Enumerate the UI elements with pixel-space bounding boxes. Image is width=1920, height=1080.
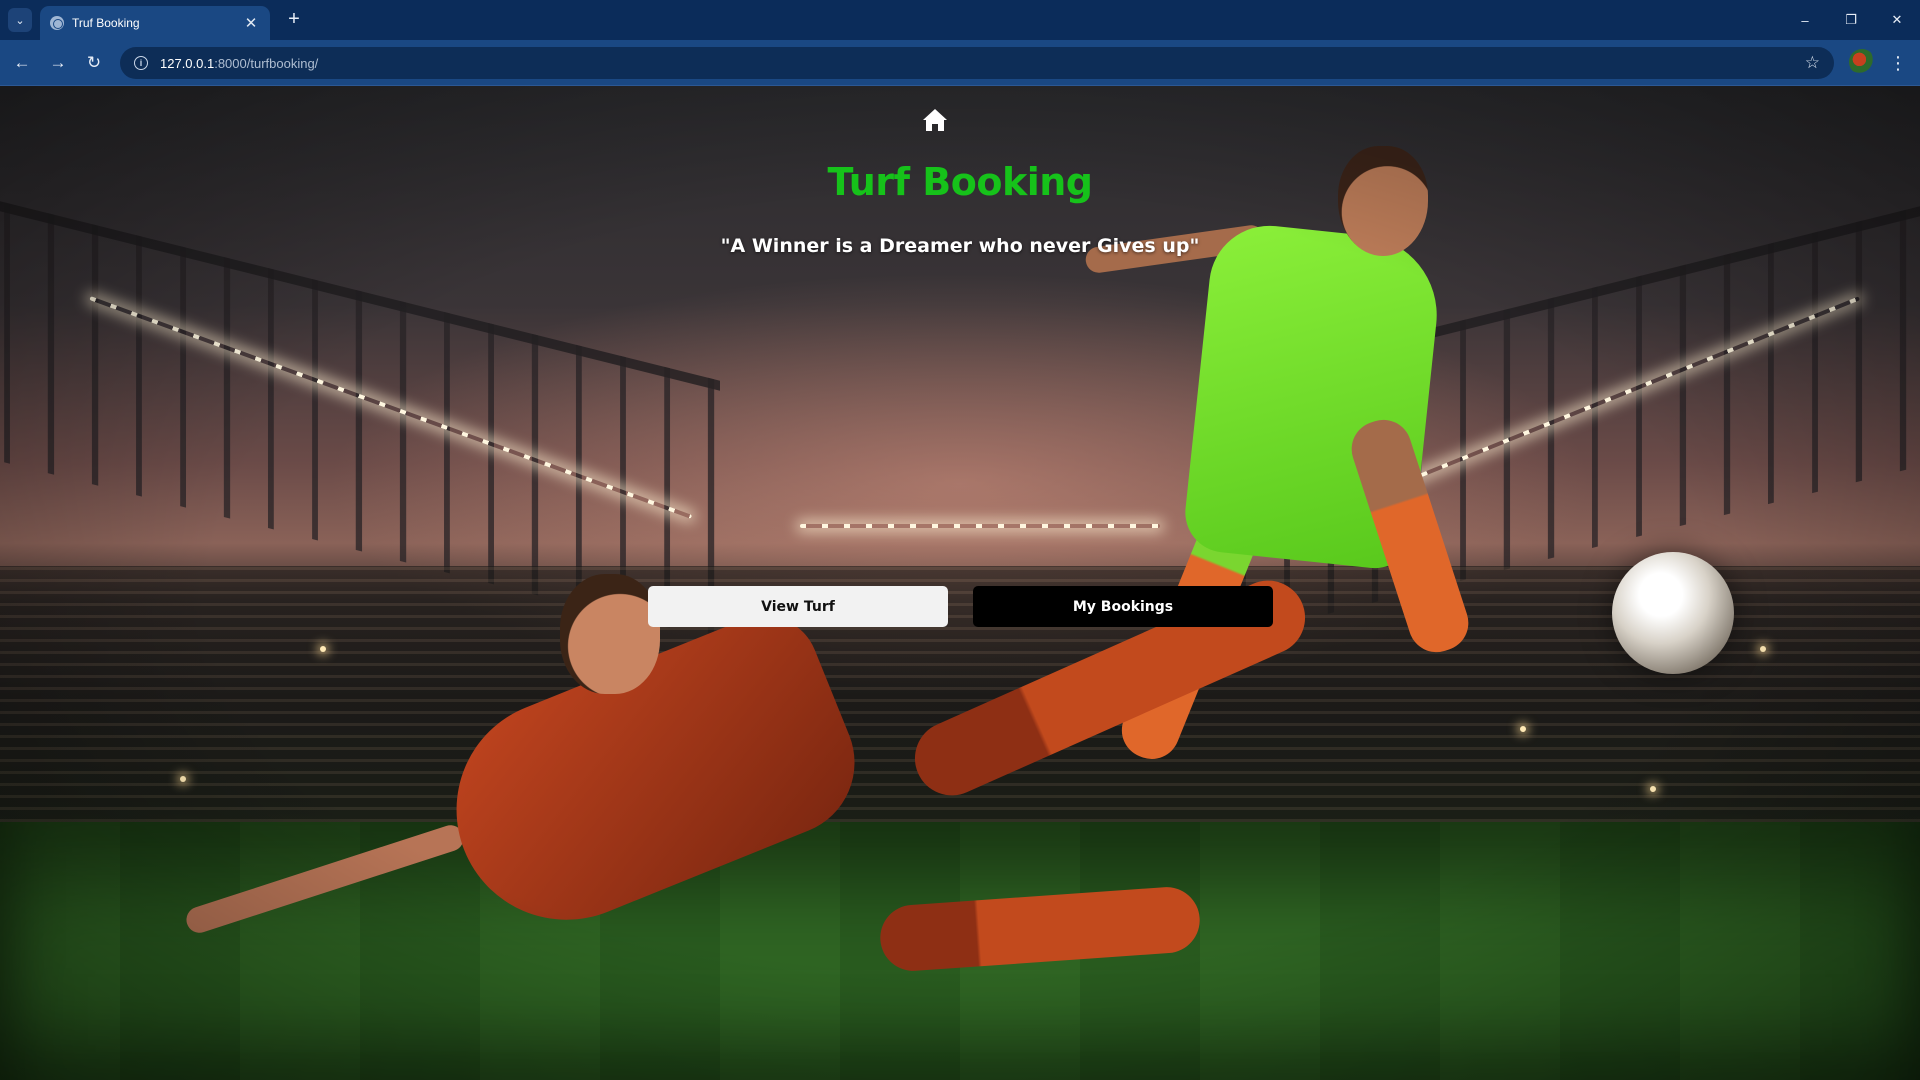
tab-strip: ⌄ Truf Booking ✕ + – ❐ ✕ — [0, 0, 1920, 40]
info-icon[interactable]: i — [134, 56, 148, 70]
restore-button[interactable]: ❐ — [1828, 0, 1874, 40]
reload-button[interactable]: ↻ — [80, 49, 108, 77]
menu-dots-icon[interactable]: ⋮ — [1884, 49, 1912, 77]
page-title: Turf Booking — [827, 160, 1093, 204]
tab-title: Truf Booking — [72, 16, 140, 30]
bookmark-star-icon[interactable]: ☆ — [1805, 53, 1820, 73]
tagline: "A Winner is a Dreamer who never Gives u… — [720, 235, 1200, 257]
browser-tab[interactable]: Truf Booking ✕ — [40, 6, 270, 40]
hero-page: Turf Booking "A Winner is a Dreamer who … — [0, 86, 1920, 1080]
back-button[interactable]: ← — [8, 49, 36, 77]
tab-search-icon[interactable]: ⌄ — [8, 8, 32, 32]
view-turf-button[interactable]: View Turf — [648, 586, 948, 627]
close-window-button[interactable]: ✕ — [1874, 0, 1920, 40]
address-bar[interactable]: i 127.0.0.1:8000/turfbooking/ ☆ — [120, 47, 1834, 79]
home-icon[interactable] — [922, 108, 948, 132]
close-tab-icon[interactable]: ✕ — [242, 14, 260, 32]
profile-avatar[interactable] — [1849, 49, 1875, 75]
new-tab-button[interactable]: + — [282, 8, 306, 32]
url-path: :8000/turfbooking/ — [214, 55, 319, 71]
window-controls: – ❐ ✕ — [1782, 0, 1920, 40]
url-text[interactable]: 127.0.0.1:8000/turfbooking/ — [160, 56, 318, 71]
my-bookings-button[interactable]: My Bookings — [973, 586, 1273, 627]
url-host: 127.0.0.1 — [160, 55, 215, 71]
minimize-button[interactable]: – — [1782, 0, 1828, 40]
site-favicon — [50, 16, 64, 30]
forward-button[interactable]: → — [44, 49, 72, 77]
browser-toolbar: ← → ↻ i 127.0.0.1:8000/turfbooking/ ☆ ⋮ — [0, 40, 1920, 86]
